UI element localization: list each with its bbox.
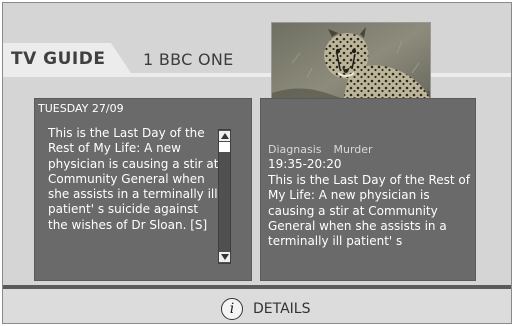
- programme-title: Diagnasis: [268, 143, 322, 156]
- description-scrollbar[interactable]: [218, 129, 231, 264]
- footer-bar: i DETAILS: [3, 285, 511, 323]
- scroll-thumb[interactable]: [219, 142, 230, 152]
- scroll-down-button[interactable]: [219, 252, 230, 262]
- date-label: TUESDAY 27/09: [38, 102, 124, 115]
- tv-guide-screen: TV GUIDE 1 BBC ONE TUESDAY 27/09 This is…: [2, 2, 512, 324]
- header-underline: [3, 73, 511, 77]
- episode-description-panel: TUESDAY 27/09 This is the Last Day of th…: [34, 98, 252, 281]
- tv-guide-title: TV GUIDE: [11, 49, 106, 69]
- info-icon[interactable]: i: [221, 298, 243, 320]
- details-label[interactable]: DETAILS: [253, 301, 310, 317]
- channel-name: 1 BBC ONE: [143, 50, 234, 69]
- episode-description: This is the Last Day of the Rest of My L…: [48, 126, 219, 232]
- programme-info-panel: Diagnasis Murder 19:35-20:20 This is the …: [260, 98, 476, 281]
- scroll-down-arrow-icon: [220, 254, 229, 260]
- programme-subtitle: Murder: [333, 143, 373, 156]
- scroll-up-arrow-icon: [220, 133, 229, 139]
- scroll-up-button[interactable]: [219, 131, 230, 141]
- programme-title-line: Diagnasis Murder: [268, 143, 373, 156]
- programme-description: This is the Last Day of the Rest of My L…: [268, 173, 470, 249]
- programme-time: 19:35-20:20: [268, 157, 342, 171]
